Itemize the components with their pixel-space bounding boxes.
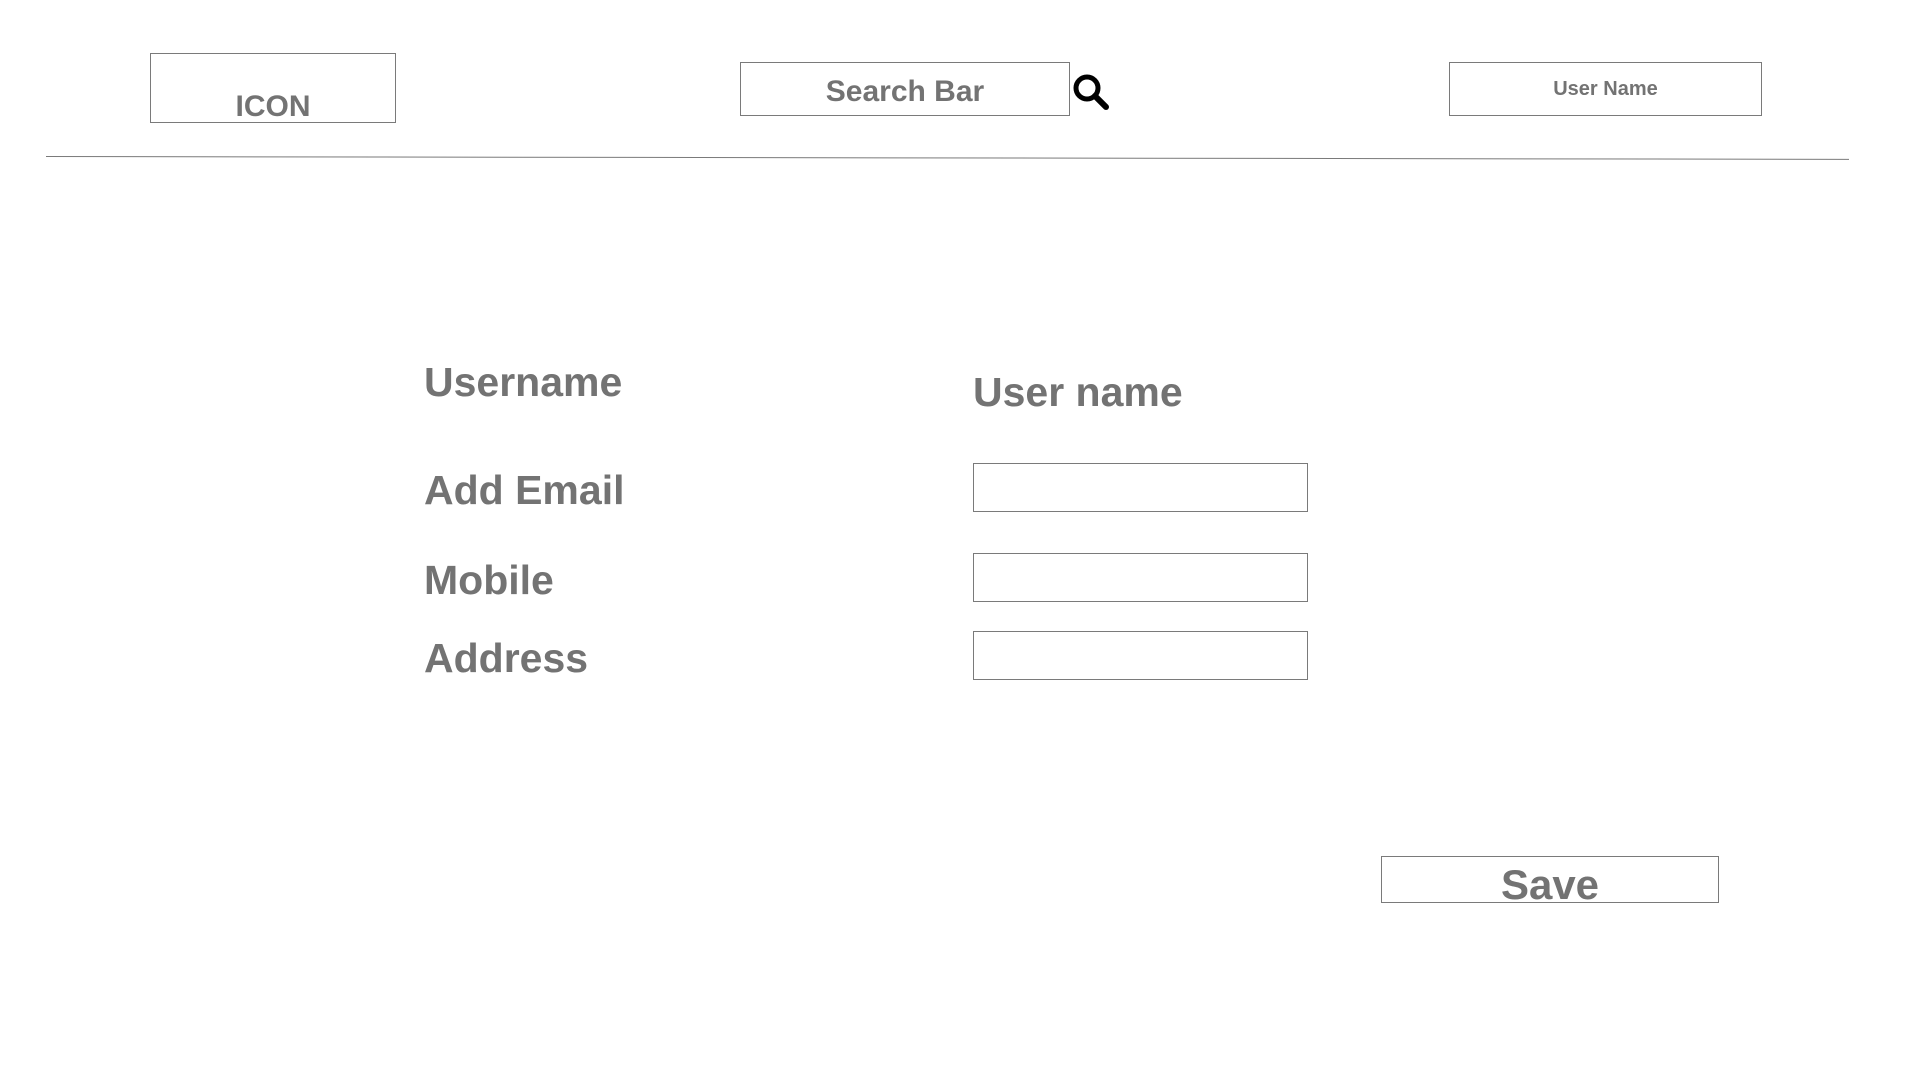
mobile-label: Mobile [424,557,554,603]
username-value: User name [973,369,1183,415]
search-icon[interactable] [1071,72,1111,112]
logo-label: ICON [235,90,311,123]
save-button-label: Save [1500,861,1600,903]
search-bar[interactable]: Search Bar [740,62,1070,116]
email-field[interactable] [973,463,1308,512]
username-label: Username [424,359,623,405]
header-divider [45,156,1849,160]
save-button[interactable]: Save [1381,856,1719,903]
address-field[interactable] [973,631,1308,680]
address-label: Address [424,635,589,681]
user-name-label: User Name [1553,77,1658,100]
profile-page: ICON Search Bar User Name Username User … [0,0,1920,1080]
user-name-button[interactable]: User Name [1449,62,1762,116]
mobile-field[interactable] [973,553,1308,602]
logo-placeholder[interactable]: ICON [150,53,396,123]
search-bar-label: Search Bar [825,75,985,108]
email-label: Add Email [424,467,625,513]
